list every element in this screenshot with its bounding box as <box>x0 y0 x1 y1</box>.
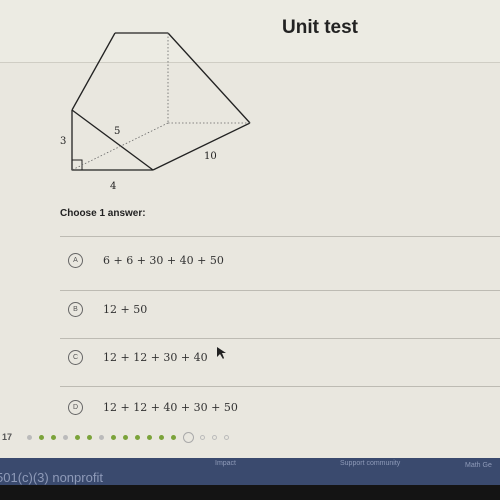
option-letter: B <box>68 301 83 317</box>
progress-dot-correct <box>123 434 129 440</box>
progress-dot-pending <box>212 434 218 440</box>
progress-dot-skipped <box>27 434 33 440</box>
progress-dot-pending <box>200 434 206 440</box>
divider <box>60 386 500 387</box>
progress-dot-pending <box>224 434 230 440</box>
divider <box>60 290 500 291</box>
question-number: 17 <box>2 432 13 442</box>
footer-nonprofit: 501(c)(3) nonprofit <box>0 470 103 485</box>
screen-bezel <box>0 485 500 500</box>
question-prompt: Choose 1 answer: <box>60 208 146 219</box>
divider <box>60 338 500 339</box>
option-text: 6 + 6 + 30 + 40 + 50 <box>103 253 224 267</box>
progress-bar: 17 <box>0 422 500 452</box>
progress-dot-correct <box>159 434 165 440</box>
option-text: 12 + 12 + 40 + 30 + 50 <box>103 400 238 414</box>
footer-link[interactable]: Support community <box>340 460 400 467</box>
progress-dot-correct <box>171 434 177 440</box>
answer-option-d[interactable]: D 12 + 12 + 40 + 30 + 50 <box>68 392 238 422</box>
label-length: 10 <box>204 151 217 162</box>
progress-dot-correct <box>75 434 81 440</box>
progress-dot-correct <box>135 434 141 440</box>
footer-link[interactable]: Impact <box>215 460 236 467</box>
option-letter: A <box>68 252 83 268</box>
prism-diagram: 3 5 10 4 <box>60 32 251 192</box>
answer-option-c[interactable]: C 12 + 12 + 30 + 40 <box>68 342 208 372</box>
answer-option-b[interactable]: B 12 + 50 <box>68 294 147 324</box>
progress-dot-correct <box>147 434 153 440</box>
answer-option-a[interactable]: A 6 + 6 + 30 + 40 + 50 <box>68 245 224 275</box>
option-text: 12 + 12 + 30 + 40 <box>103 350 208 364</box>
footer-link[interactable]: Math Ge <box>465 462 492 469</box>
option-text: 12 + 50 <box>103 302 148 316</box>
label-height: 3 <box>60 136 66 147</box>
progress-dot-correct <box>51 434 57 440</box>
divider <box>60 236 500 237</box>
mouse-cursor-icon <box>217 347 226 359</box>
progress-dot-correct <box>111 434 117 440</box>
progress-dot-correct <box>39 434 45 440</box>
label-hypotenuse: 5 <box>114 126 120 137</box>
progress-dot-current <box>183 431 195 443</box>
progress-dot-skipped <box>99 434 105 440</box>
progress-dot-correct <box>87 434 93 440</box>
progress-dot-skipped <box>63 434 69 440</box>
option-letter: C <box>68 349 83 365</box>
option-letter: D <box>68 399 83 415</box>
label-base: 4 <box>110 181 116 192</box>
